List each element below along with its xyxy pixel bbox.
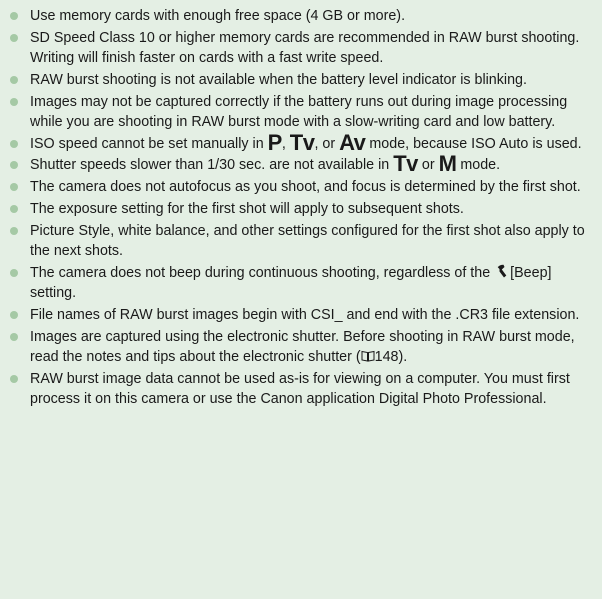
- wrench-icon: [496, 264, 507, 278]
- bullet-icon: [10, 268, 18, 277]
- notes-list: Use memory cards with enough free space …: [0, 0, 602, 410]
- list-item: Images may not be captured correctly if …: [0, 92, 594, 133]
- list-item: The camera does not beep during continuo…: [0, 263, 594, 304]
- list-item: RAW burst image data cannot be used as-i…: [0, 369, 594, 410]
- list-item: SD Speed Class 10 or higher memory cards…: [0, 28, 594, 69]
- list-item: Images are captured using the electronic…: [0, 327, 594, 368]
- list-item: ISO speed cannot be set manually in P, T…: [0, 131, 594, 155]
- mode-m-symbol: M: [438, 151, 457, 177]
- list-item: File names of RAW burst images begin wit…: [0, 305, 594, 326]
- bullet-icon: [10, 183, 18, 192]
- bullet-icon: [10, 226, 18, 235]
- list-item: The exposure setting for the first shot …: [0, 199, 594, 220]
- bullet-icon: [10, 204, 18, 213]
- bullet-icon: [10, 374, 18, 383]
- bullet-icon: [10, 310, 18, 319]
- mode-av-symbol: Av: [339, 129, 366, 155]
- bullet-icon: [10, 97, 18, 106]
- mode-tv-symbol: Tv: [289, 129, 315, 155]
- bullet-icon: [10, 33, 18, 42]
- bullet-icon: [10, 75, 18, 84]
- bullet-icon: [10, 12, 18, 20]
- list-item: The camera does not autofocus as you sho…: [0, 177, 594, 198]
- page: Use memory cards with enough free space …: [0, 0, 602, 599]
- list-item: Use memory cards with enough free space …: [0, 6, 594, 27]
- book-icon: [361, 350, 375, 362]
- mode-tv-symbol: Tv: [393, 151, 418, 177]
- list-item: Picture Style, white balance, and other …: [0, 221, 594, 262]
- list-item: Shutter speeds slower than 1/30 sec. are…: [0, 153, 594, 176]
- bullet-icon: [10, 161, 18, 170]
- mode-p-symbol: P: [267, 129, 283, 155]
- list-item: RAW burst shooting is not available when…: [0, 70, 594, 91]
- bullet-icon: [10, 139, 18, 148]
- bullet-icon: [10, 332, 18, 341]
